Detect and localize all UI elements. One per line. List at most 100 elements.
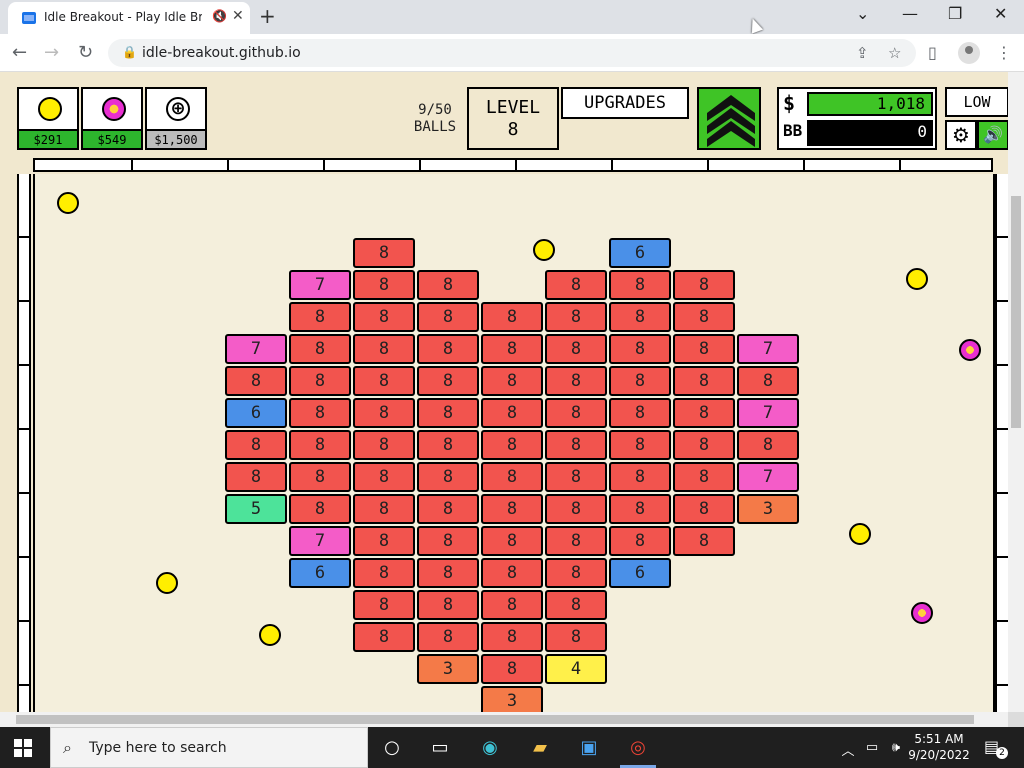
brick: 8: [481, 558, 543, 588]
url-text[interactable]: idle-breakout.github.io: [142, 45, 301, 61]
vertical-scroll-thumb[interactable]: [1011, 196, 1021, 428]
sound-toggle-icon[interactable]: 🔊: [977, 120, 1008, 150]
upgrades-button[interactable]: UPGRADES: [561, 87, 689, 119]
clock-time: 5:51 AM: [914, 732, 964, 746]
mouse-cursor-icon: [746, 16, 764, 34]
yellow-ball: [156, 572, 178, 594]
vertical-scrollbar[interactable]: [1008, 72, 1024, 712]
task-view-icon[interactable]: ▭: [428, 737, 452, 758]
yellow-ball: [849, 523, 871, 545]
plasma-ball-icon: [102, 97, 126, 121]
yellow-ball: [259, 624, 281, 646]
brick: 8: [353, 462, 415, 492]
chrome-icon[interactable]: ◎: [626, 737, 650, 758]
cortana-icon[interactable]: ○: [380, 737, 404, 758]
wall-segment-divider: [323, 160, 325, 172]
brick: 8: [545, 302, 607, 332]
wall-notch: [997, 364, 1008, 366]
brick: 8: [545, 494, 607, 524]
browser-tab[interactable]: Idle Breakout - Play Idle Brea 🔇 ✕: [8, 2, 250, 34]
add-ball-shop-button[interactable]: ⊕ $1,500: [145, 87, 207, 150]
brick: 7: [737, 398, 799, 428]
close-window-button[interactable]: ✕: [994, 4, 1007, 23]
bb-value: 0: [807, 120, 933, 146]
brick: 8: [289, 430, 351, 460]
wall-notch: [19, 620, 31, 622]
brick: 8: [673, 302, 735, 332]
profile-avatar[interactable]: [958, 42, 980, 64]
brick: 7: [225, 334, 287, 364]
plasma-ball: [959, 339, 981, 361]
brick: 6: [289, 558, 351, 588]
right-wall: [995, 174, 1008, 712]
brick: 3: [737, 494, 799, 524]
wall-notch: [997, 620, 1008, 622]
kebab-menu-icon[interactable]: ⋮: [996, 43, 1012, 62]
back-arrow-icon[interactable]: ←: [12, 42, 27, 63]
taskbar-search-box[interactable]: ⌕ Type here to search: [50, 727, 368, 768]
level-indicator: LEVEL 8: [467, 87, 559, 150]
tray-chevron-icon[interactable]: ︿: [836, 740, 860, 759]
horizontal-scrollbar[interactable]: [0, 712, 1008, 727]
brick: 8: [737, 430, 799, 460]
side-panel-icon[interactable]: ▯: [928, 43, 937, 62]
brick: 8: [289, 366, 351, 396]
quality-low-button[interactable]: LOW: [945, 87, 1008, 117]
edge-icon[interactable]: ◉: [478, 737, 502, 758]
store-icon[interactable]: ▣: [577, 737, 601, 758]
tab-search-chevron-icon[interactable]: ⌄: [856, 4, 869, 23]
wall-segment-divider: [803, 160, 805, 172]
brick: 8: [289, 334, 351, 364]
brick: 8: [353, 366, 415, 396]
address-toolbar: ← → ↻ 🔒 idle-breakout.github.io ⇪ ☆ ▯ ⋮: [0, 34, 1024, 72]
file-explorer-icon[interactable]: ▰: [528, 737, 552, 758]
horizontal-scroll-thumb[interactable]: [16, 715, 974, 724]
bb-label: BB: [783, 121, 803, 140]
level-value: 8: [507, 119, 519, 140]
basic-ball-shop-button[interactable]: $291: [17, 87, 79, 150]
brick: 8: [353, 270, 415, 300]
brick: 5: [225, 494, 287, 524]
forward-arrow-icon[interactable]: →: [44, 42, 59, 63]
settings-gear-icon[interactable]: ⚙: [945, 120, 977, 150]
plasma-ball-shop-button[interactable]: $549: [81, 87, 143, 150]
brick: 8: [481, 622, 543, 652]
brick: 6: [609, 238, 671, 268]
search-placeholder[interactable]: Type here to search: [89, 740, 227, 756]
brick: 8: [417, 334, 479, 364]
lock-icon[interactable]: 🔒: [122, 45, 137, 59]
omnibox[interactable]: 🔒 idle-breakout.github.io ⇪ ☆: [108, 39, 916, 67]
brick: 8: [673, 398, 735, 428]
brick: 8: [353, 622, 415, 652]
yellow-ball: [57, 192, 79, 214]
volume-icon[interactable]: 🕪: [884, 740, 908, 755]
brick: 8: [609, 302, 671, 332]
minimize-button[interactable]: —: [902, 4, 918, 23]
system-clock[interactable]: 5:51 AM 9/20/2022: [908, 731, 970, 763]
wall-segment-divider: [227, 160, 229, 172]
brick: 6: [225, 398, 287, 428]
prestige-button[interactable]: [697, 87, 761, 150]
wall-notch: [19, 684, 31, 686]
close-tab-button[interactable]: ✕: [232, 8, 244, 24]
level-label: LEVEL: [485, 97, 541, 118]
yellow-ball: [906, 268, 928, 290]
brick: 8: [417, 462, 479, 492]
brick: 8: [353, 494, 415, 524]
brick: 7: [289, 270, 351, 300]
brick: 8: [417, 430, 479, 460]
new-tab-button[interactable]: +: [259, 4, 276, 28]
reload-icon[interactable]: ↻: [78, 42, 93, 63]
balls-count-value: 9/50: [418, 102, 452, 118]
share-icon[interactable]: ⇪: [856, 44, 869, 62]
brick: 8: [225, 462, 287, 492]
network-icon[interactable]: ▭: [860, 740, 884, 755]
brick: 8: [737, 366, 799, 396]
brick: 8: [481, 494, 543, 524]
windows-start-icon[interactable]: [14, 739, 32, 757]
speaker-muted-icon[interactable]: 🔇: [212, 9, 227, 23]
bookmark-star-icon[interactable]: ☆: [888, 44, 901, 62]
restore-button[interactable]: ❐: [948, 4, 962, 23]
wall-notch: [997, 556, 1008, 558]
brick: 8: [481, 654, 543, 684]
